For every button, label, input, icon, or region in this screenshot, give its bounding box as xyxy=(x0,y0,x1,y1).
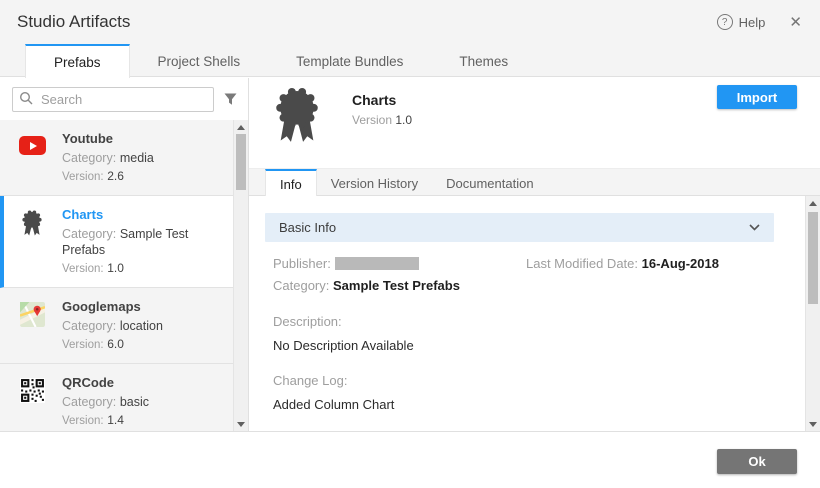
scroll-down-icon[interactable] xyxy=(806,417,820,431)
basic-info-section-header[interactable]: Basic Info xyxy=(265,213,774,242)
section-title: Basic Info xyxy=(279,220,336,235)
version-label: Version: xyxy=(62,415,104,427)
search-icon xyxy=(19,91,34,109)
category-label: Category: xyxy=(62,151,116,165)
category-value: Sample Test Prefabs xyxy=(333,278,460,293)
scrollbar-thumb[interactable] xyxy=(236,134,246,190)
description-value: No Description Available xyxy=(273,338,774,353)
version-label: Version xyxy=(352,113,392,127)
close-icon[interactable]: ✕ xyxy=(789,15,802,30)
ok-button[interactable]: Ok xyxy=(717,449,797,474)
ribbon-icon xyxy=(269,86,325,149)
publisher-label: Publisher: xyxy=(273,256,331,271)
footer: Ok xyxy=(0,432,820,488)
tab-project-shells[interactable]: Project Shells xyxy=(130,44,269,76)
detail-tabbar: Info Version History Documentation xyxy=(249,168,820,196)
scrollbar-thumb[interactable] xyxy=(808,212,818,304)
changelog-label: Change Log: xyxy=(273,373,774,388)
tab-prefabs[interactable]: Prefabs xyxy=(25,44,130,78)
tab-version-history[interactable]: Version History xyxy=(317,169,432,195)
list-item-youtube[interactable]: Youtube Category: media Version: 2.6 xyxy=(0,120,248,196)
tab-info[interactable]: Info xyxy=(265,169,317,198)
search-input[interactable] xyxy=(12,87,214,112)
category-value: basic xyxy=(120,395,149,409)
dialog-title: Studio Artifacts xyxy=(17,12,130,32)
main-tabbar: Prefabs Project Shells Template Bundles … xyxy=(0,44,820,77)
description-label: Description: xyxy=(273,314,774,329)
version-label: Version: xyxy=(62,171,104,183)
sidebar-scrollbar xyxy=(233,120,248,431)
category-value: location xyxy=(120,319,163,333)
last-modified-label: Last Modified Date: xyxy=(526,256,638,271)
last-modified-value: 16-Aug-2018 xyxy=(642,256,719,271)
version-value: 1.0 xyxy=(107,261,124,275)
filter-icon[interactable] xyxy=(223,92,238,107)
help-label: Help xyxy=(739,15,766,30)
item-name: Youtube xyxy=(62,131,154,147)
tab-documentation[interactable]: Documentation xyxy=(432,169,547,195)
ribbon-icon xyxy=(14,210,50,277)
category-label: Category: xyxy=(62,395,116,409)
item-name: Googlemaps xyxy=(62,299,163,315)
scroll-up-icon[interactable] xyxy=(234,120,248,134)
scroll-down-icon[interactable] xyxy=(234,417,248,431)
version-value: 2.6 xyxy=(107,169,124,183)
tab-template-bundles[interactable]: Template Bundles xyxy=(268,44,431,76)
item-name: QRCode xyxy=(62,375,149,391)
list-item-charts[interactable]: Charts Category: Sample Test Prefabs Ver… xyxy=(0,196,248,288)
map-icon xyxy=(14,302,50,353)
list-item-qrcode[interactable]: QRCode Category: basic Version: 1.4 xyxy=(0,364,248,431)
info-content: Basic Info Publisher: Last Modified Date… xyxy=(249,196,820,431)
list-item-googlemaps[interactable]: Googlemaps Category: location Version: 6… xyxy=(0,288,248,364)
scroll-up-icon[interactable] xyxy=(806,196,820,210)
search-row xyxy=(0,78,248,120)
help-button[interactable]: ? Help xyxy=(717,14,766,30)
chevron-down-icon xyxy=(749,224,760,231)
prefab-list: Youtube Category: media Version: 2.6 xyxy=(0,120,248,431)
detail-panel: Charts Version 1.0 Import Info Version H… xyxy=(249,78,820,431)
publisher-redacted-value xyxy=(335,257,419,270)
version-value: 1.0 xyxy=(395,113,412,127)
prefab-sidebar: Youtube Category: media Version: 2.6 xyxy=(0,78,249,431)
changelog-value: Added Column Chart xyxy=(273,397,774,412)
version-value: 1.4 xyxy=(107,413,124,427)
version-label: Version: xyxy=(62,339,104,351)
detail-version: Version 1.0 xyxy=(352,113,412,127)
category-label: Category: xyxy=(273,278,329,293)
category-value: media xyxy=(120,151,154,165)
content-scrollbar xyxy=(805,196,820,431)
tab-themes[interactable]: Themes xyxy=(431,44,536,76)
item-name: Charts xyxy=(62,207,212,223)
category-label: Category: xyxy=(62,227,116,241)
titlebar: Studio Artifacts ? Help ✕ xyxy=(0,0,820,44)
studio-artifacts-dialog: Studio Artifacts ? Help ✕ Prefabs Projec… xyxy=(0,0,820,488)
detail-header: Charts Version 1.0 Import xyxy=(249,78,820,168)
category-label: Category: xyxy=(62,319,116,333)
detail-title: Charts xyxy=(352,92,412,108)
version-value: 6.0 xyxy=(107,337,124,351)
import-button[interactable]: Import xyxy=(717,85,797,109)
version-label: Version: xyxy=(62,263,104,275)
main-area: Youtube Category: media Version: 2.6 xyxy=(0,78,820,432)
youtube-icon xyxy=(14,134,50,185)
help-icon: ? xyxy=(717,14,733,30)
qrcode-icon xyxy=(14,378,50,429)
